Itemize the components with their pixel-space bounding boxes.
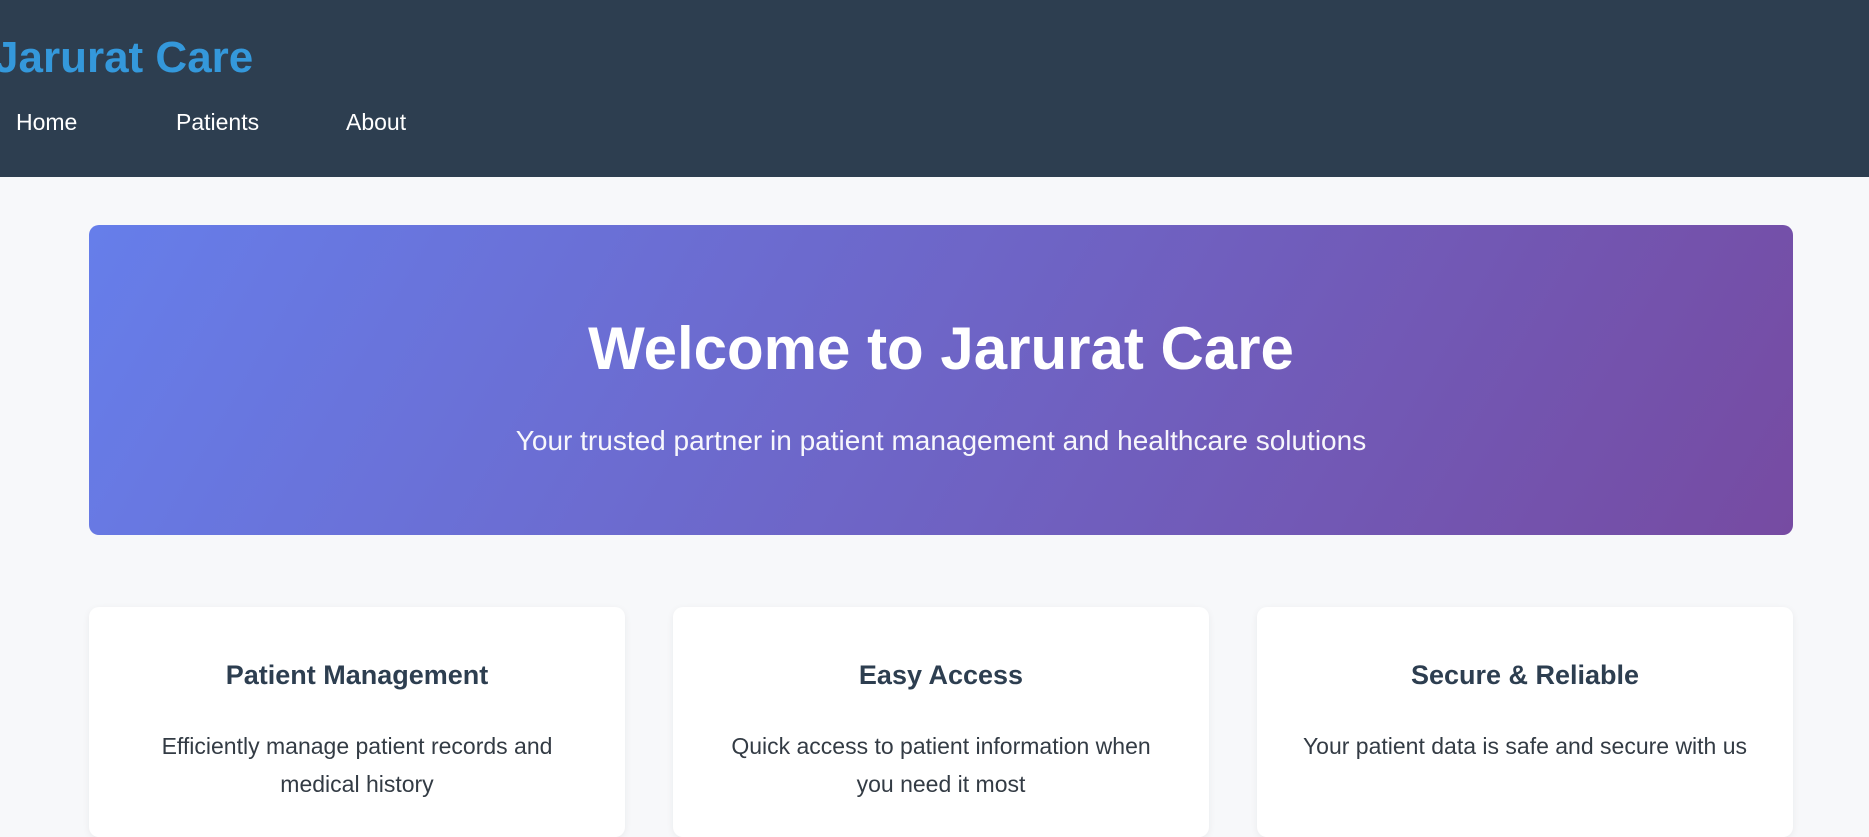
feature-card-secure-reliable: Secure & Reliable Your patient data is s… (1257, 607, 1793, 837)
feature-card-title: Patient Management (225, 660, 489, 690)
feature-card-text: Efficiently manage patient records and m… (161, 733, 553, 797)
feature-card-title: Easy Access (858, 660, 1024, 690)
feature-card-patient-management: Patient Management Efficiently manage pa… (89, 607, 625, 837)
nav-link-about[interactable]: About (346, 106, 406, 138)
hero-title: Welcome to Jarurat Care (588, 315, 1294, 382)
feature-card-text: Your patient data is safe and secure wit… (1302, 733, 1748, 759)
feature-cards: Patient Management Efficiently manage pa… (89, 607, 1793, 837)
hero-subtitle: Your trusted partner in patient manageme… (515, 425, 1367, 456)
top-navbar: Jarurat Care Home Patients About (0, 0, 1869, 177)
nav-link-patients[interactable]: Patients (176, 106, 346, 138)
nav-link-home[interactable]: Home (16, 106, 176, 138)
feature-card-easy-access: Easy Access Quick access to patient info… (673, 607, 1209, 837)
hero-banner: Welcome to Jarurat Care Your trusted par… (89, 225, 1793, 535)
main-nav: Home Patients About (16, 106, 406, 138)
brand-logo-text[interactable]: Jarurat Care (0, 28, 253, 88)
feature-card-text: Quick access to patient information when… (731, 733, 1151, 797)
feature-card-title: Secure & Reliable (1410, 660, 1640, 690)
